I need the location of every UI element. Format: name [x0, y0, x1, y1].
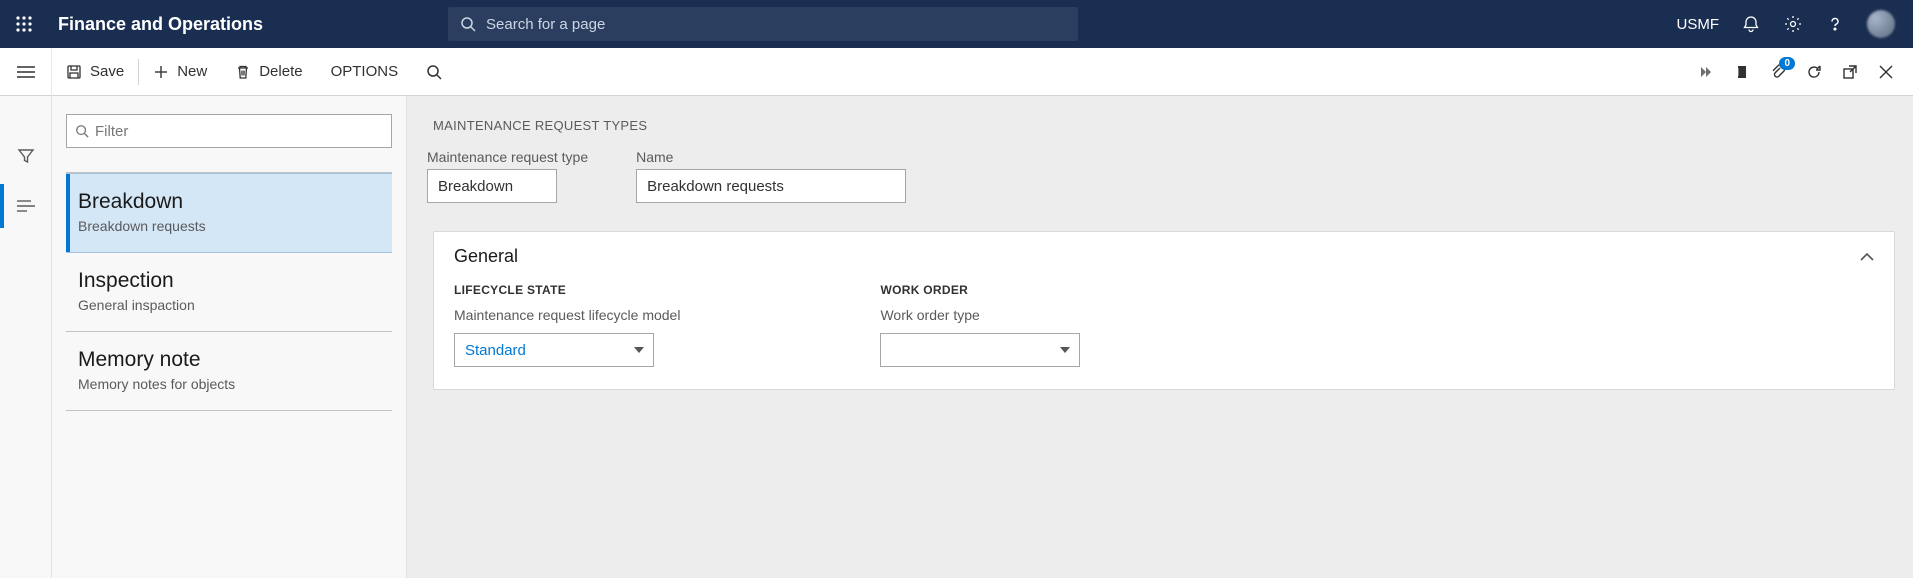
save-label: Save — [90, 63, 124, 80]
nav-toggle-icon[interactable] — [0, 48, 52, 96]
office-icon[interactable] — [1733, 63, 1751, 81]
search-icon — [75, 124, 89, 138]
request-type-input[interactable] — [427, 169, 557, 203]
card-body: LIFECYCLE STATE Maintenance request life… — [434, 277, 1894, 389]
section-header: LIFECYCLE STATE — [454, 283, 680, 297]
header-fields: Maintenance request type Name — [427, 149, 1913, 203]
search-icon — [426, 64, 442, 80]
list-item-title: Inspection — [78, 269, 384, 293]
filter-icon[interactable] — [16, 146, 36, 166]
lifecycle-section: LIFECYCLE STATE Maintenance request life… — [454, 283, 680, 367]
list-item-subtitle: Memory notes for objects — [78, 376, 384, 392]
trash-icon — [235, 64, 251, 80]
help-icon[interactable] — [1825, 14, 1845, 34]
workorder-section: WORK ORDER Work order type — [880, 283, 1080, 367]
new-button[interactable]: New — [139, 48, 221, 96]
field-label: Maintenance request type — [427, 149, 588, 165]
plus-icon — [153, 64, 169, 80]
card-title: General — [454, 246, 518, 267]
list-item-title: Memory note — [78, 348, 384, 372]
left-rail — [0, 96, 52, 578]
notifications-icon[interactable] — [1741, 14, 1761, 34]
field-label: Work order type — [880, 307, 1080, 323]
new-label: New — [177, 63, 207, 80]
settings-icon[interactable] — [1783, 14, 1803, 34]
list-item-title: Breakdown — [78, 190, 384, 214]
field-label: Name — [636, 149, 906, 165]
save-button[interactable]: Save — [52, 48, 138, 96]
list-item-breakdown[interactable]: Breakdown Breakdown requests — [66, 173, 392, 253]
lifecycle-dropdown[interactable]: Standard — [454, 333, 654, 367]
global-header: Finance and Operations USMF — [0, 0, 1913, 48]
refresh-icon[interactable] — [1805, 63, 1823, 81]
search-input[interactable] — [486, 16, 1066, 33]
section-header: WORK ORDER — [880, 283, 1080, 297]
list-view-icon[interactable] — [16, 196, 36, 216]
field-request-type: Maintenance request type — [427, 149, 588, 203]
field-label: Maintenance request lifecycle model — [454, 307, 680, 323]
app-title: Finance and Operations — [48, 14, 263, 35]
company-picker[interactable]: USMF — [1677, 16, 1720, 33]
search-icon — [460, 16, 476, 32]
app-launcher-icon[interactable] — [0, 0, 48, 48]
delete-label: Delete — [259, 63, 302, 80]
name-input[interactable] — [636, 169, 906, 203]
delete-button[interactable]: Delete — [221, 48, 316, 96]
filter-input[interactable] — [95, 123, 383, 140]
main-content: Breakdown Breakdown requests Inspection … — [0, 96, 1913, 578]
action-bar: Save New Delete OPTIONS 0 — [0, 48, 1913, 96]
field-name: Name — [636, 149, 906, 203]
popout-icon[interactable] — [1841, 63, 1859, 81]
attach-count-badge: 0 — [1779, 57, 1795, 70]
list-item-subtitle: Breakdown requests — [78, 218, 384, 234]
options-button[interactable]: OPTIONS — [317, 48, 413, 96]
action-bar-right: 0 — [1697, 63, 1913, 81]
search-box[interactable] — [448, 7, 1078, 41]
filter-box[interactable] — [66, 114, 392, 148]
close-icon[interactable] — [1877, 63, 1895, 81]
workorder-select[interactable] — [880, 333, 1080, 367]
action-search-button[interactable] — [412, 48, 456, 96]
user-avatar[interactable] — [1867, 10, 1895, 38]
options-label: OPTIONS — [331, 63, 399, 80]
chevron-up-icon — [1860, 253, 1874, 261]
related-icon[interactable] — [1697, 63, 1715, 81]
card-header[interactable]: General — [434, 232, 1894, 277]
detail-panel: MAINTENANCE REQUEST TYPES Maintenance re… — [407, 96, 1913, 578]
lifecycle-select[interactable]: Standard — [454, 333, 654, 367]
list-item-subtitle: General inspaction — [78, 297, 384, 313]
workorder-dropdown[interactable] — [880, 333, 1080, 367]
page-heading: MAINTENANCE REQUEST TYPES — [433, 96, 1913, 143]
list-item-inspection[interactable]: Inspection General inspaction — [66, 253, 392, 332]
list-item-memory-note[interactable]: Memory note Memory notes for objects — [66, 332, 392, 411]
list-panel: Breakdown Breakdown requests Inspection … — [52, 96, 407, 578]
save-icon — [66, 64, 82, 80]
attach-icon[interactable]: 0 — [1769, 63, 1787, 81]
general-card: General LIFECYCLE STATE Maintenance requ… — [433, 231, 1895, 390]
header-right: USMF — [1677, 10, 1913, 38]
global-search — [448, 7, 1078, 41]
list-items: Breakdown Breakdown requests Inspection … — [66, 172, 392, 411]
